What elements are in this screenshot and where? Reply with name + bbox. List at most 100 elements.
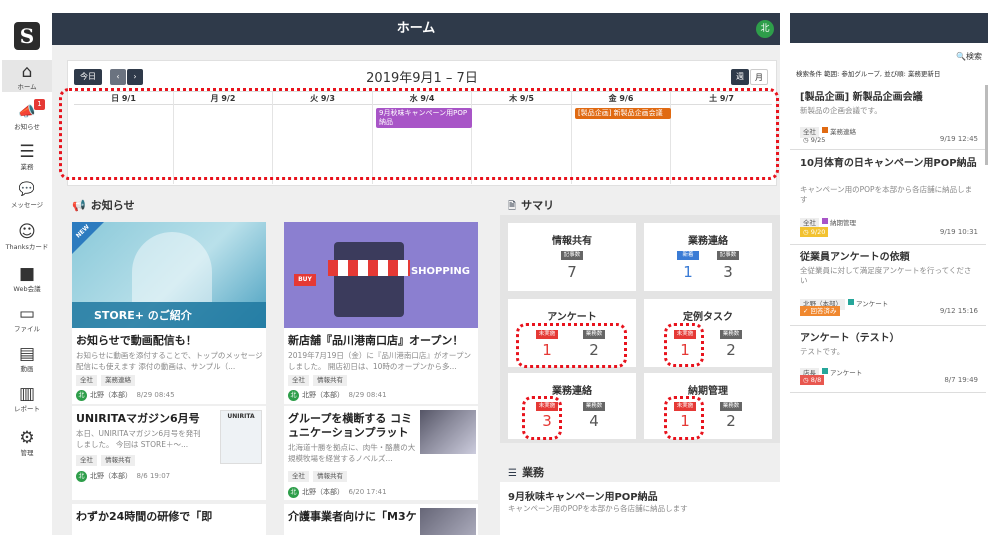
notice-card[interactable]: わずか24時間の研修で「即 [72,504,266,535]
notice-thumbnail [420,410,476,454]
tag: 全社 [76,375,97,386]
nav-label: メッセージ [10,201,44,209]
notice-tags: 全社 情報共有 [76,454,139,466]
task-list-item[interactable]: アンケート（テスト） テストです。 店長 アンケート ◷ 8/8 8/7 19:4… [790,327,986,393]
due-badge: ◷ 8/8 [800,375,825,385]
notice-excerpt: お知らせに動画を添付することで、トップのメッセージ配信にも使えます 添付の動画は… [76,351,263,371]
nav-item-home[interactable]: ⌂ ホーム [2,60,52,92]
magazine-thumbnail: UNIRITA [220,410,262,464]
summary-box-business-contact[interactable]: 業務連絡 新着 1 記事数 3 [644,223,772,291]
item-title: アンケート（テスト） [800,333,900,344]
right-panel: 🔍検索 検索条件 範囲: 参加グループ, 並び順: 業務更新日 [製品企画] 新… [790,13,988,535]
list-icon: ☰ [508,468,517,479]
search-link[interactable]: 🔍検索 [956,51,982,62]
nav-label: レポート [14,405,40,413]
page-title: ホーム [396,21,436,36]
home-icon: ⌂ [21,62,33,82]
tag: 業務連絡 [830,128,856,136]
tag: 全社 [288,471,309,482]
tag: 情報共有 [313,375,347,386]
due-badge: ◷ 9/20 [800,227,829,237]
count-value: 4 [589,412,599,430]
notice-author: 北北野（本部） 8/6 19:07 [76,470,170,482]
tag: 情報共有 [101,455,135,466]
notice-card[interactable]: NEW STORE+ のご紹介 お知らせで動画配信も！ お知らせに動画を添付する… [72,222,266,404]
nav-label: お知らせ [14,123,40,131]
nav-item-files[interactable]: ▭ ファイル [2,304,52,334]
nav-item-videos[interactable]: ▤ 動画 [2,344,52,374]
item-date: 9/12 15:16 [939,307,978,315]
nav-label: ホーム [17,83,37,91]
item-date: 9/19 10:31 [939,228,978,236]
notice-image: BUY SHOPPING [284,222,478,328]
smile-icon: ☺ [18,222,36,242]
notice-tags: 全社 業務連絡 [76,374,139,386]
count-label: 業務数 [720,402,742,411]
notice-author: 北北野（本部） 8/29 08:45 [76,389,175,401]
video-camera-icon: ■ [18,264,36,284]
search-icon: 🔍 [956,52,966,61]
app-logo: S [14,22,40,50]
task-list-item[interactable]: [製品企画] 新製品企画会議 新製品の企画会議です。 全社 業務連絡 ◷ 9/25… [790,85,986,150]
item-desc: テストです。 [800,347,845,356]
gear-icon: ⚙ [19,428,35,448]
tag: アンケート [856,300,889,308]
tag: 納期管理 [830,219,856,227]
summary-box-title: 情報共有 [552,236,592,247]
notice-tags: 全社 情報共有 [288,470,351,482]
week-view-button[interactable]: 週 [731,69,749,85]
task-item[interactable]: 9月秋味キャンペーン用POP納品 キャンペーン用のPOPを本部から各店舗に納品し… [500,482,780,535]
nav-label: ファイル [14,325,40,333]
nav-item-messages[interactable]: 💬 メッセージ [2,180,52,216]
task-list-item[interactable]: 10月体育の日キャンペーン用POP納品 キャンペーン用のPOPを本部から各店舗に… [790,151,986,245]
notices-header: 📢 お知らせ [72,194,135,213]
nav-label: 管理 [20,449,34,457]
summary-box-info-share[interactable]: 情報共有 記事数 7 [508,223,636,291]
notice-excerpt: 北海道十勝を拠点に、肉牛・酪農の大規模牧場を経営するノベルズ... [288,443,416,463]
notice-card[interactable]: UNIRITAマガジン6月号 本日、UNIRITAマガジン6月号を発刊しました。… [72,406,266,500]
folder-icon: ▭ [18,304,36,324]
nav-item-notices[interactable]: 📣 1 お知らせ [2,99,52,132]
count-label: 新着 [677,251,699,260]
category-color [822,217,828,224]
notice-title: わずか24時間の研修で「即 [76,510,213,523]
nav-item-tasks[interactable]: ☰ 業務 [2,142,52,172]
tag: アンケート [830,369,863,377]
user-avatar[interactable]: 北 [756,20,774,38]
notice-card[interactable]: BUY SHOPPING 新店舗『品川港南口店』オープン！ 2019年7月19日… [284,222,478,404]
summary-box-title: 定例タスク [683,312,733,323]
notice-author: 北北野（本部） 8/29 08:41 [288,389,387,401]
notice-card[interactable]: 介護事業者向けに「M3ケ [284,504,478,535]
nav-item-admin[interactable]: ⚙ 管理 [2,428,52,458]
month-view-button[interactable]: 月 [750,69,768,85]
nav-item-reports[interactable]: ▥ レポート [2,384,52,414]
nav-item-web-meeting[interactable]: ■ Web会議 [2,264,52,294]
tag: 業務連絡 [101,375,135,386]
count-label: 記事数 [717,251,739,260]
notice-tags: 全社 情報共有 [288,374,351,386]
search-conditions: 検索条件 範囲: 参加グループ, 並び順: 業務更新日 [796,70,941,78]
section-title: 業務 [522,466,545,479]
avatar: 北 [288,486,299,498]
item-desc: 新製品の企画会議です。 [800,106,882,115]
task-list-item[interactable]: 従業員アンケートの依頼 全従業員に対して満足度アンケートを行ってください 北野（… [790,246,986,326]
tag: 全社 [76,455,97,466]
notice-excerpt: 本日、UNIRITAマガジン6月号を発刊しました。 今回は STORE＋～... [76,429,201,449]
due-badge: ◷ 9/25 [803,136,826,144]
category-color [822,367,828,374]
chat-icon: 💬 [18,182,36,197]
summary-box-title: 業務連絡 [552,386,592,397]
tag: 情報共有 [313,471,347,482]
item-date: 9/19 12:45 [939,135,978,143]
tag: 全社 [288,375,309,386]
scrollbar[interactable] [985,85,988,165]
highlight-annotation [664,396,704,440]
item-title: [製品企画] 新製品企画会議 [800,92,923,103]
highlight-annotation [664,323,704,367]
summary-box-title: 納期管理 [688,386,728,397]
item-title: 10月体育の日キャンペーン用POP納品 [800,158,977,169]
notice-card[interactable]: グループを横断する コミュニケーションプラットフ... 北海道十勝を拠点に、肉牛… [284,406,478,500]
nav-label: Web会議 [13,285,41,293]
notification-badge: 1 [34,99,45,110]
nav-item-thanks-card[interactable]: ☺ Thanksカード [2,222,52,258]
